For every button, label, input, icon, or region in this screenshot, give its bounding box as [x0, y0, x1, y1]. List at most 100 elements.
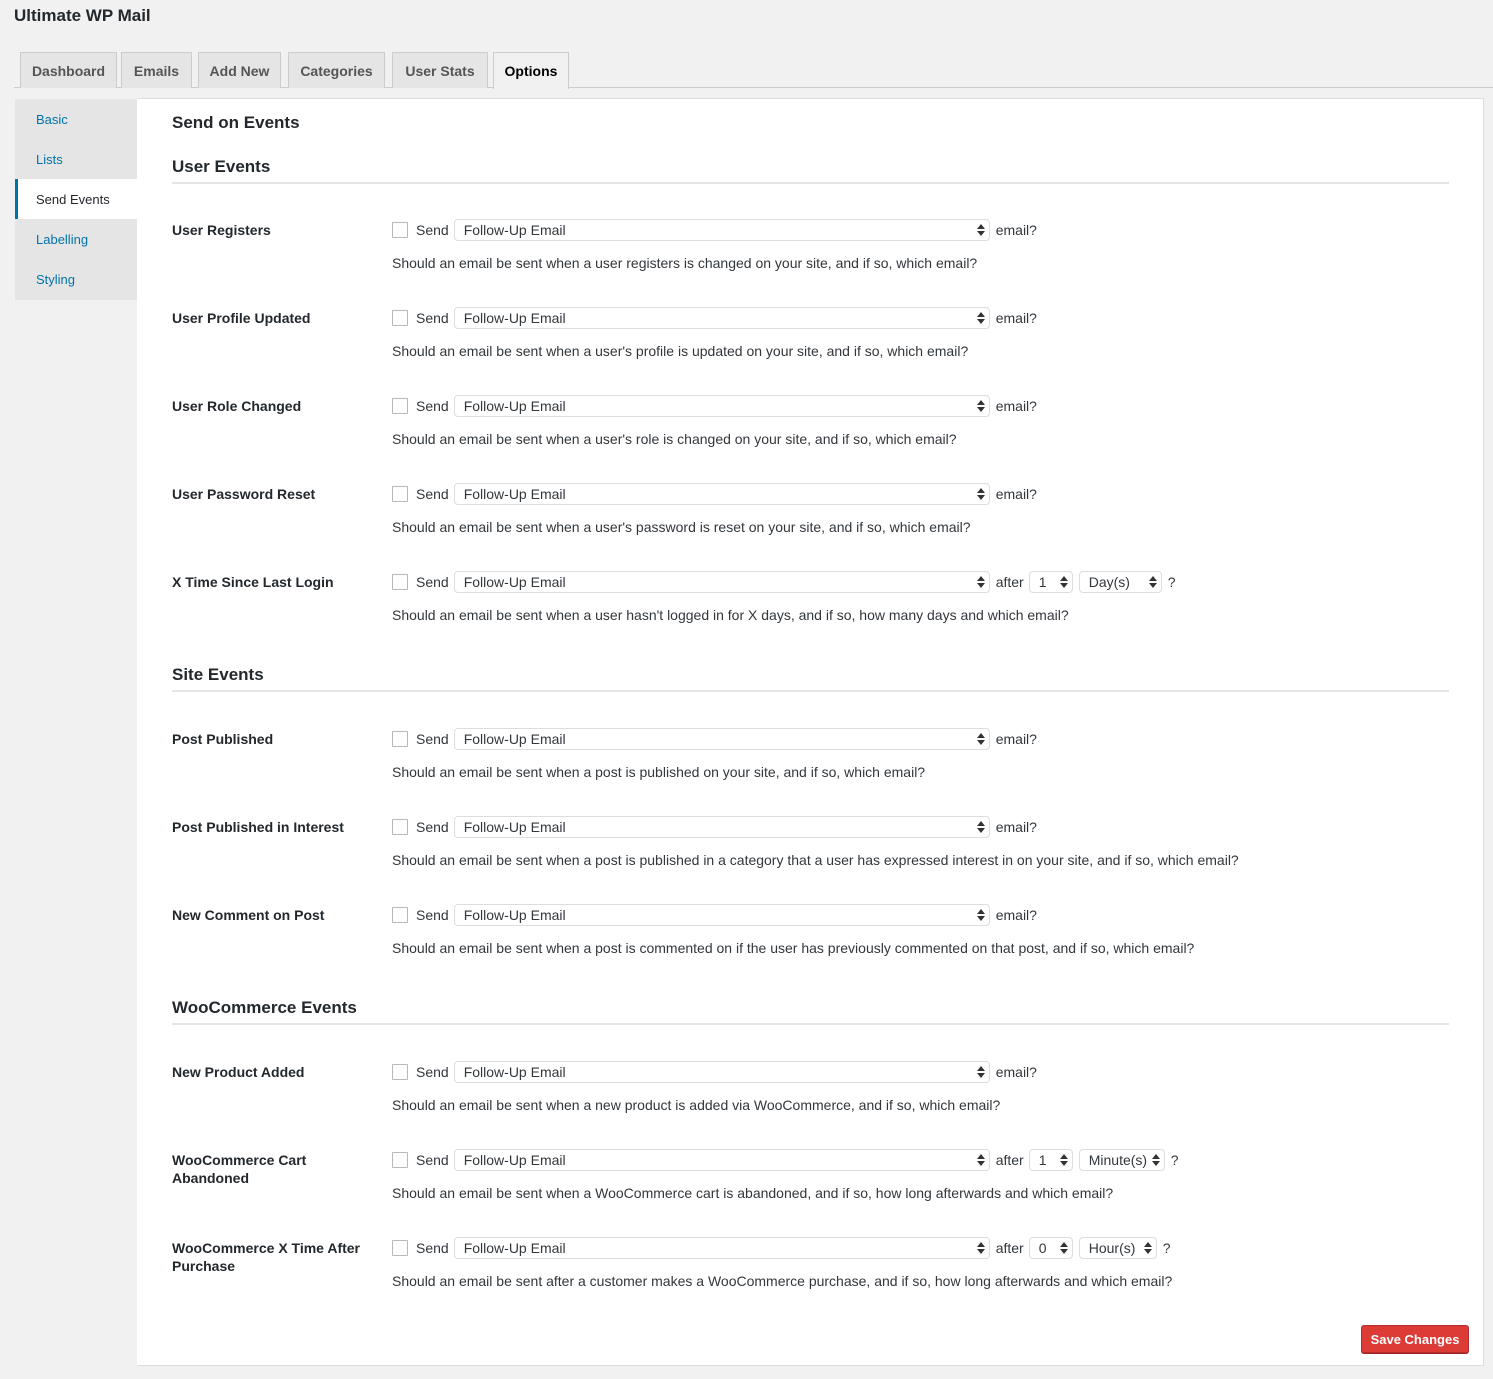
tab-emails[interactable]: Emails [121, 52, 192, 88]
send-checkbox-new-comment-on-post[interactable] [392, 907, 408, 923]
send-label: Send [416, 398, 449, 414]
send-label: Send [416, 486, 449, 502]
email-select-new-product-added-value: Follow-Up Email [463, 1064, 566, 1080]
send-label: Send [416, 1064, 449, 1080]
select-arrows-icon [1059, 575, 1068, 589]
email-select-post-published-in-interest[interactable]: Follow-Up Email [453, 816, 990, 838]
email-suffix: email? [995, 310, 1037, 326]
event-label-user-password-reset: User Password Reset [172, 486, 316, 502]
after-label: after [995, 1240, 1024, 1256]
event-description: Should an email be sent when a user's pa… [392, 519, 971, 535]
email-suffix: email? [995, 486, 1037, 502]
email-select-woocommerce-x-time-after-purchase[interactable]: Follow-Up Email [453, 1237, 990, 1259]
send-label: Send [416, 1152, 449, 1168]
event-label-x-time-since-last-login: X Time Since Last Login [172, 574, 334, 590]
sidebar-item-send-events[interactable]: Send Events [15, 179, 137, 219]
select-arrows-icon [976, 1065, 985, 1079]
send-checkbox-post-published-in-interest[interactable] [392, 819, 408, 835]
sidebar-item-basic[interactable]: Basic [15, 99, 137, 139]
email-select-user-profile-updated[interactable]: Follow-Up Email [453, 307, 990, 329]
event-description: Should an email be sent when a new produ… [392, 1097, 1001, 1113]
select-arrows-icon [976, 223, 985, 237]
tab-dashboard[interactable]: Dashboard [20, 52, 117, 88]
event-description: Should an email be sent when a post is p… [392, 764, 926, 780]
tab-user-stats[interactable]: User Stats [392, 52, 488, 88]
app-title: Ultimate WP Mail [14, 6, 151, 25]
after-value-select-x-time-since-last-login-value: 1 [1038, 574, 1047, 590]
send-label: Send [416, 1240, 449, 1256]
send-checkbox-user-registers[interactable] [392, 222, 408, 238]
question-mark: ? [1167, 574, 1176, 590]
event-controls-user-role-changed: Send Follow-Up Email email? [392, 395, 1037, 417]
event-controls-new-product-added: Send Follow-Up Email email? [392, 1061, 1037, 1083]
select-arrows-icon [1148, 575, 1157, 589]
send-label: Send [416, 574, 449, 590]
after-unit-select-x-time-since-last-login[interactable]: Day(s) [1078, 571, 1162, 593]
email-select-post-published[interactable]: Follow-Up Email [453, 728, 990, 750]
event-controls-user-profile-updated: Send Follow-Up Email email? [392, 307, 1037, 329]
email-select-new-product-added[interactable]: Follow-Up Email [453, 1061, 990, 1083]
after-unit-select-woocommerce-cart-abandoned-value: Minute(s) [1088, 1152, 1148, 1168]
tab-add-new[interactable]: Add New [198, 52, 281, 88]
options-sidebar: Basic Lists Send Events Labelling Stylin… [15, 99, 137, 300]
after-label: after [995, 1152, 1024, 1168]
email-suffix: email? [995, 907, 1037, 923]
after-unit-select-woocommerce-x-time-after-purchase[interactable]: Hour(s) [1078, 1237, 1157, 1259]
save-changes-button[interactable]: Save Changes [1361, 1325, 1469, 1353]
email-select-woocommerce-cart-abandoned[interactable]: Follow-Up Email [453, 1149, 990, 1171]
sidebar-item-labelling[interactable]: Labelling [15, 219, 137, 259]
select-arrows-icon [976, 1241, 985, 1255]
event-label-woocommerce-cart-abandoned: WooCommerce Cart Abandoned [172, 1152, 307, 1186]
email-select-user-registers[interactable]: Follow-Up Email [453, 219, 990, 241]
send-checkbox-woocommerce-x-time-after-purchase[interactable] [392, 1240, 408, 1256]
select-arrows-icon [976, 1153, 985, 1167]
email-suffix: email? [995, 398, 1037, 414]
send-checkbox-x-time-since-last-login[interactable] [392, 574, 408, 590]
after-unit-select-woocommerce-cart-abandoned[interactable]: Minute(s) [1078, 1149, 1165, 1171]
send-checkbox-new-product-added[interactable] [392, 1064, 408, 1080]
event-controls-user-registers: Send Follow-Up Email email? [392, 219, 1037, 241]
question-mark: ? [1162, 1240, 1171, 1256]
after-value-select-woocommerce-cart-abandoned-value: 1 [1038, 1152, 1047, 1168]
email-select-woocommerce-x-time-after-purchase-value: Follow-Up Email [463, 1240, 566, 1256]
send-checkbox-post-published[interactable] [392, 731, 408, 747]
event-controls-x-time-since-last-login: Send Follow-Up Email after 1 Day(s)? [392, 571, 1176, 593]
send-checkbox-user-password-reset[interactable] [392, 486, 408, 502]
event-label-post-published-in-interest: Post Published in Interest [172, 819, 344, 835]
event-description: Should an email be sent when a post is p… [392, 852, 1239, 868]
send-checkbox-user-role-changed[interactable] [392, 398, 408, 414]
section-divider [172, 182, 1449, 184]
after-value-select-x-time-since-last-login[interactable]: 1 [1028, 571, 1073, 593]
event-controls-new-comment-on-post: Send Follow-Up Email email? [392, 904, 1037, 926]
event-description: Should an email be sent when a user's ro… [392, 431, 957, 447]
select-arrows-icon [1059, 1241, 1068, 1255]
event-label-woocommerce-x-time-after-purchase: WooCommerce X Time After Purchase [172, 1240, 361, 1274]
after-label: after [995, 574, 1024, 590]
select-arrows-icon [976, 732, 985, 746]
email-select-x-time-since-last-login[interactable]: Follow-Up Email [453, 571, 990, 593]
event-description: Should an email be sent when a user's pr… [392, 343, 969, 359]
select-arrows-icon [1059, 1153, 1068, 1167]
after-value-select-woocommerce-x-time-after-purchase[interactable]: 0 [1028, 1237, 1073, 1259]
send-label: Send [416, 819, 449, 835]
sidebar-item-lists[interactable]: Lists [15, 139, 137, 179]
tab-options[interactable]: Options [493, 52, 569, 89]
email-suffix: email? [995, 222, 1037, 238]
settings-panel: Send on Events Save Changes User Events U… [137, 98, 1484, 1366]
email-select-user-role-changed[interactable]: Follow-Up Email [453, 395, 990, 417]
email-select-new-comment-on-post-value: Follow-Up Email [463, 907, 566, 923]
send-checkbox-woocommerce-cart-abandoned[interactable] [392, 1152, 408, 1168]
select-arrows-icon [976, 399, 985, 413]
email-select-user-password-reset[interactable]: Follow-Up Email [453, 483, 990, 505]
send-label: Send [416, 310, 449, 326]
send-checkbox-user-profile-updated[interactable] [392, 310, 408, 326]
after-value-select-woocommerce-cart-abandoned[interactable]: 1 [1028, 1149, 1073, 1171]
email-select-new-comment-on-post[interactable]: Follow-Up Email [453, 904, 990, 926]
email-select-user-role-changed-value: Follow-Up Email [463, 398, 566, 414]
sidebar-item-styling[interactable]: Styling [15, 259, 137, 299]
tab-categories[interactable]: Categories [288, 52, 385, 88]
event-controls-woocommerce-x-time-after-purchase: Send Follow-Up Email after 0 Hour(s)? [392, 1237, 1171, 1259]
event-description: Should an email be sent after a customer… [392, 1273, 1173, 1289]
select-arrows-icon [976, 575, 985, 589]
section-title-site-events: Site Events [172, 665, 264, 684]
